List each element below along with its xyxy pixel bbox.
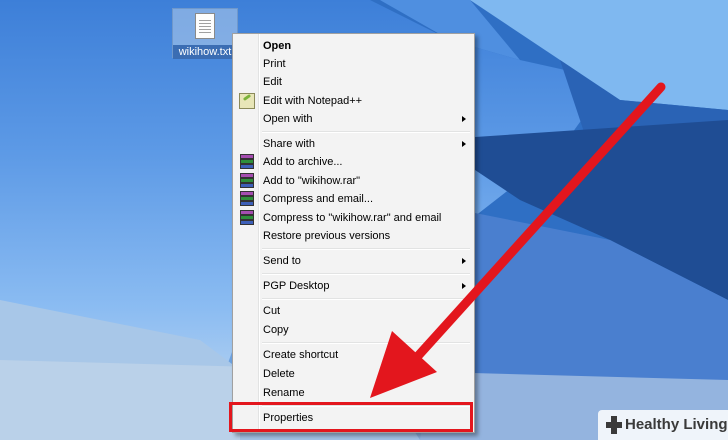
watermark-text: Healthy Living	[625, 416, 728, 433]
red-arrow-annotation	[370, 82, 666, 398]
watermark: Healthy Living	[598, 410, 728, 440]
plus-cross-icon	[606, 416, 622, 434]
desktop-background: wikihow.txt Open Print Edit Edit with No…	[0, 0, 728, 440]
